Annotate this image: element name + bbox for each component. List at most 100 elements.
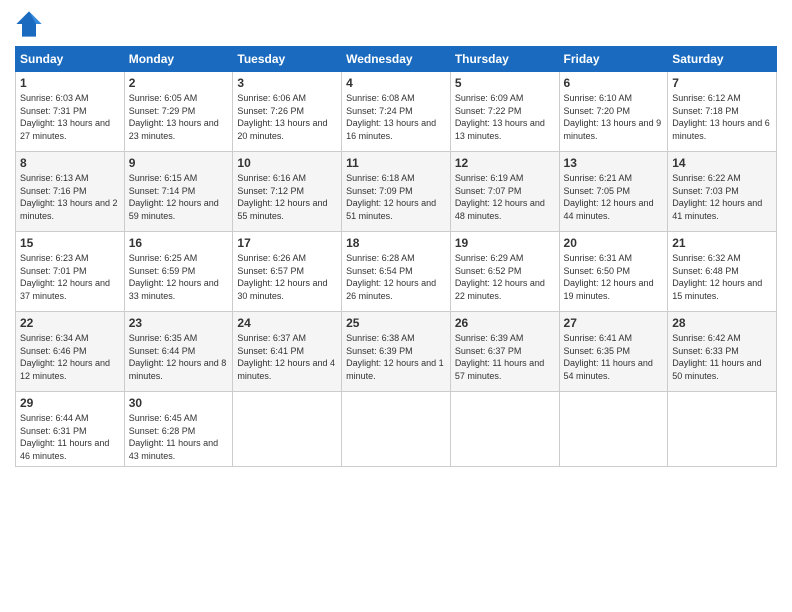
day-number: 2 [129,76,229,90]
table-cell: 10 Sunrise: 6:16 AMSunset: 7:12 PMDayligh… [233,152,342,232]
page-container: Sunday Monday Tuesday Wednesday Thursday… [0,0,792,477]
day-info: Sunrise: 6:37 AMSunset: 6:41 PMDaylight:… [237,332,337,382]
day-info: Sunrise: 6:05 AMSunset: 7:29 PMDaylight:… [129,92,229,142]
day-info: Sunrise: 6:12 AMSunset: 7:18 PMDaylight:… [672,92,772,142]
day-number: 12 [455,156,555,170]
day-number: 20 [564,236,664,250]
day-number: 5 [455,76,555,90]
day-info: Sunrise: 6:39 AMSunset: 6:37 PMDaylight:… [455,332,555,382]
day-number: 15 [20,236,120,250]
day-number: 24 [237,316,337,330]
day-info: Sunrise: 6:09 AMSunset: 7:22 PMDaylight:… [455,92,555,142]
table-cell: 18Sunrise: 6:28 AMSunset: 6:54 PMDayligh… [342,232,451,312]
table-cell: 3 Sunrise: 6:06 AMSunset: 7:26 PMDaylight… [233,72,342,152]
table-cell: 13 Sunrise: 6:21 AMSunset: 7:05 PMDayligh… [559,152,668,232]
day-number: 29 [20,396,120,410]
day-number: 16 [129,236,229,250]
day-number: 26 [455,316,555,330]
day-number: 8 [20,156,120,170]
day-number: 27 [564,316,664,330]
table-cell: 20Sunrise: 6:31 AMSunset: 6:50 PMDayligh… [559,232,668,312]
table-cell: 6 Sunrise: 6:10 AMSunset: 7:20 PMDaylight… [559,72,668,152]
day-info: Sunrise: 6:32 AMSunset: 6:48 PMDaylight:… [672,252,772,302]
table-cell [668,392,777,467]
table-cell [450,392,559,467]
logo [15,10,47,38]
table-cell: 11 Sunrise: 6:18 AMSunset: 7:09 PMDayligh… [342,152,451,232]
table-cell: 14Sunrise: 6:22 AMSunset: 7:03 PMDayligh… [668,152,777,232]
logo-icon [15,10,43,38]
day-number: 11 [346,156,446,170]
day-info: Sunrise: 6:44 AMSunset: 6:31 PMDaylight:… [20,412,120,462]
day-info: Sunrise: 6:35 AMSunset: 6:44 PMDaylight:… [129,332,229,382]
day-info: Sunrise: 6:45 AMSunset: 6:28 PMDaylight:… [129,412,229,462]
day-info: Sunrise: 6:03 AMSunset: 7:31 PMDaylight:… [20,92,120,142]
day-info: Sunrise: 6:26 AMSunset: 6:57 PMDaylight:… [237,252,337,302]
header-wednesday: Wednesday [342,47,451,72]
day-info: Sunrise: 6:18 AMSunset: 7:09 PMDaylight:… [346,172,446,222]
day-info: Sunrise: 6:25 AMSunset: 6:59 PMDaylight:… [129,252,229,302]
day-number: 23 [129,316,229,330]
day-info: Sunrise: 6:38 AMSunset: 6:39 PMDaylight:… [346,332,446,382]
table-cell: 26 Sunrise: 6:39 AMSunset: 6:37 PMDayligh… [450,312,559,392]
table-cell: 15 Sunrise: 6:23 AMSunset: 7:01 PMDayligh… [16,232,125,312]
day-info: Sunrise: 6:41 AMSunset: 6:35 PMDaylight:… [564,332,664,382]
table-cell: 23 Sunrise: 6:35 AMSunset: 6:44 PMDayligh… [124,312,233,392]
table-cell [342,392,451,467]
day-info: Sunrise: 6:34 AMSunset: 6:46 PMDaylight:… [20,332,120,382]
day-number: 17 [237,236,337,250]
weekday-header-row: Sunday Monday Tuesday Wednesday Thursday… [16,47,777,72]
header-thursday: Thursday [450,47,559,72]
page-header [15,10,777,38]
day-number: 19 [455,236,555,250]
header-monday: Monday [124,47,233,72]
table-cell: 28 Sunrise: 6:42 AMSunset: 6:33 PMDayligh… [668,312,777,392]
table-cell: 30 Sunrise: 6:45 AMSunset: 6:28 PMDayligh… [124,392,233,467]
day-number: 7 [672,76,772,90]
table-cell: 4Sunrise: 6:08 AMSunset: 7:24 PMDaylight… [342,72,451,152]
day-number: 10 [237,156,337,170]
day-number: 13 [564,156,664,170]
table-cell: 2 Sunrise: 6:05 AMSunset: 7:29 PMDaylight… [124,72,233,152]
day-number: 21 [672,236,772,250]
table-cell: 27 Sunrise: 6:41 AMSunset: 6:35 PMDayligh… [559,312,668,392]
table-cell: 8 Sunrise: 6:13 AMSunset: 7:16 PMDaylight… [16,152,125,232]
day-info: Sunrise: 6:16 AMSunset: 7:12 PMDaylight:… [237,172,337,222]
table-cell: 12Sunrise: 6:19 AMSunset: 7:07 PMDayligh… [450,152,559,232]
table-cell: 24 Sunrise: 6:37 AMSunset: 6:41 PMDayligh… [233,312,342,392]
table-cell: 22 Sunrise: 6:34 AMSunset: 6:46 PMDayligh… [16,312,125,392]
header-tuesday: Tuesday [233,47,342,72]
table-cell: 9Sunrise: 6:15 AMSunset: 7:14 PMDaylight… [124,152,233,232]
header-saturday: Saturday [668,47,777,72]
table-cell [559,392,668,467]
day-number: 18 [346,236,446,250]
day-number: 25 [346,316,446,330]
table-cell: 17 Sunrise: 6:26 AMSunset: 6:57 PMDayligh… [233,232,342,312]
calendar-table: Sunday Monday Tuesday Wednesday Thursday… [15,46,777,467]
day-number: 14 [672,156,772,170]
table-cell [233,392,342,467]
day-info: Sunrise: 6:06 AMSunset: 7:26 PMDaylight:… [237,92,337,142]
table-cell: 16 Sunrise: 6:25 AMSunset: 6:59 PMDayligh… [124,232,233,312]
table-cell: 1 Sunrise: 6:03 AMSunset: 7:31 PMDaylight… [16,72,125,152]
day-info: Sunrise: 6:13 AMSunset: 7:16 PMDaylight:… [20,172,120,222]
day-info: Sunrise: 6:23 AMSunset: 7:01 PMDaylight:… [20,252,120,302]
day-info: Sunrise: 6:08 AMSunset: 7:24 PMDaylight:… [346,92,446,142]
table-cell: 19 Sunrise: 6:29 AMSunset: 6:52 PMDayligh… [450,232,559,312]
day-number: 22 [20,316,120,330]
day-info: Sunrise: 6:15 AMSunset: 7:14 PMDaylight:… [129,172,229,222]
day-number: 6 [564,76,664,90]
table-cell: 21 Sunrise: 6:32 AMSunset: 6:48 PMDayligh… [668,232,777,312]
table-cell: 7 Sunrise: 6:12 AMSunset: 7:18 PMDaylight… [668,72,777,152]
day-number: 1 [20,76,120,90]
header-friday: Friday [559,47,668,72]
day-info: Sunrise: 6:29 AMSunset: 6:52 PMDaylight:… [455,252,555,302]
day-info: Sunrise: 6:21 AMSunset: 7:05 PMDaylight:… [564,172,664,222]
day-info: Sunrise: 6:10 AMSunset: 7:20 PMDaylight:… [564,92,664,142]
day-number: 28 [672,316,772,330]
table-cell: 29 Sunrise: 6:44 AMSunset: 6:31 PMDayligh… [16,392,125,467]
day-number: 30 [129,396,229,410]
table-cell: 25 Sunrise: 6:38 AMSunset: 6:39 PMDayligh… [342,312,451,392]
day-info: Sunrise: 6:42 AMSunset: 6:33 PMDaylight:… [672,332,772,382]
day-number: 3 [237,76,337,90]
